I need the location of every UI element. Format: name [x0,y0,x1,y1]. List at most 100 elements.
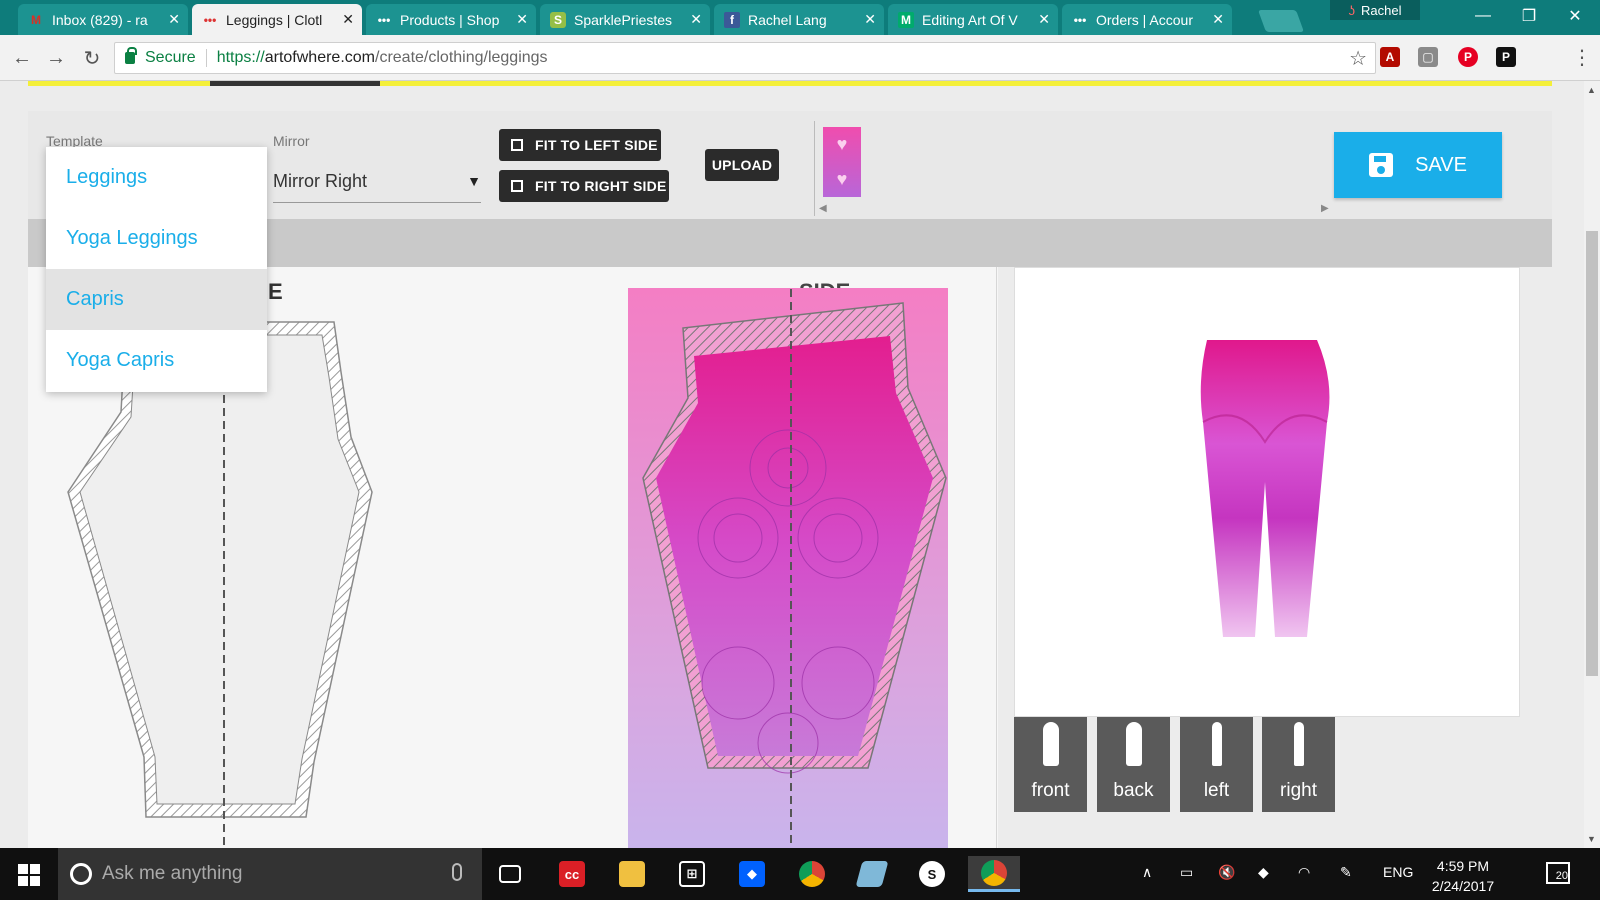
menu-icon[interactable]: ⋮ [1572,45,1592,70]
show-hidden-icons-icon[interactable]: ∧ [1142,864,1152,881]
pinterest-icon[interactable]: P [1458,47,1478,67]
heart-icon: ♥ [836,169,848,189]
tab-products[interactable]: ••• Products | Shop ✕ [366,4,536,35]
save-button[interactable]: SAVE [1334,132,1502,198]
browser-tab-strip: M Inbox (829) - ra ✕ ••• Leggings | Clot… [0,0,1600,35]
producthunt-icon[interactable]: P [1496,47,1516,67]
facebook-icon: f [724,11,740,28]
page-scrollbar[interactable]: ▲ ▼ [1584,81,1600,848]
leggings-icon [1293,722,1304,766]
pen-icon[interactable]: ✎ [1340,864,1352,881]
tab-leggings[interactable]: ••• Leggings | Clotl ✕ [192,4,362,35]
close-icon[interactable]: ✕ [1212,11,1224,28]
microphone-icon[interactable] [452,863,462,881]
wifi-icon[interactable]: ◠ [1298,864,1310,881]
tab-rachel-lang[interactable]: f Rachel Lang ✕ [714,4,884,35]
profile-button[interactable]: ʖ Rachel [1330,0,1420,20]
thumbnail-scrollbar[interactable]: ◀ ▶ [815,201,1335,217]
medium-icon: M [898,11,914,28]
cortana-search-box[interactable]: Ask me anything [58,848,482,900]
product-preview[interactable] [1014,267,1520,717]
scroll-left-icon[interactable]: ◀ [819,203,827,214]
reload-icon[interactable]: ↻ [78,44,106,72]
banner-image [210,81,380,86]
profile-icon: ʖ [1348,2,1356,18]
artwork-thumbnails: ♥ ♥ ◀ ▶ [814,121,1338,216]
upload-button[interactable]: UPLOAD [705,149,779,181]
chrome-icon[interactable] [792,856,832,892]
mirror-label: Mirror [273,133,310,149]
file-explorer-icon[interactable] [612,856,652,892]
dropbox-icon[interactable]: ◆ [732,856,772,892]
volume-muted-icon[interactable]: 🔇 [1218,864,1235,881]
template-option-leggings[interactable]: Leggings [46,147,267,208]
address-bar[interactable]: Secure https:// artofwhere.com /create/c… [114,42,1376,74]
store-icon[interactable]: ⊞ [672,856,712,892]
dropbox-tray-icon[interactable]: ◆ [1258,864,1269,881]
left-side-pattern-outline [67,317,373,847]
extension-icon[interactable]: ▢ [1418,47,1438,67]
artwork-thumbnail[interactable]: ♥ ♥ [823,127,861,197]
tab-inbox[interactable]: M Inbox (829) - ra ✕ [18,4,188,35]
view-left-button[interactable]: left [1180,717,1253,812]
chrome-active-icon[interactable] [968,856,1020,892]
template-option-yoga-leggings[interactable]: Yoga Leggings [46,208,267,269]
scroll-right-icon[interactable]: ▶ [1321,203,1329,214]
mirror-value: Mirror Right [273,171,368,191]
view-front-button[interactable]: front [1014,717,1087,812]
battery-icon[interactable]: ▭ [1180,864,1193,881]
windows-start-icon[interactable] [18,864,40,886]
minimize-icon[interactable]: — [1460,0,1506,32]
template-option-yoga-capris[interactable]: Yoga Capris [46,330,267,391]
tab-editing[interactable]: M Editing Art Of V ✕ [888,4,1058,35]
url-host: artofwhere.com [264,49,375,66]
new-tab-button[interactable] [1257,10,1305,32]
creative-cloud-icon[interactable]: cc [552,856,592,892]
back-icon[interactable]: ← [8,44,36,72]
scrollbar-thumb[interactable] [1586,231,1598,676]
task-view-icon[interactable] [490,856,530,892]
template-dropdown[interactable]: Leggings Yoga Leggings Capris Yoga Capri… [46,147,267,392]
cortana-icon [70,863,92,885]
scroll-up-icon[interactable]: ▲ [1587,85,1596,95]
tab-sparklepriestess[interactable]: S SparklePriestes ✕ [540,4,710,35]
tab-title: SparklePriestes [574,11,673,28]
leggings-icon [1125,722,1142,766]
forward-icon[interactable]: → [42,44,70,72]
windows-taskbar: Ask me anything cc ⊞ ◆ S ∧ ▭ 🔇 ◆ ◠ ✎ ENG… [0,848,1600,900]
view-label: back [1113,780,1154,801]
tab-title: Inbox (829) - ra [52,11,148,28]
app-icon[interactable]: S [912,856,952,892]
acrobat-icon[interactable]: A [1380,47,1400,67]
close-icon[interactable]: ✕ [168,11,180,28]
lock-icon [125,47,137,64]
tab-title: Rachel Lang [748,11,827,28]
tab-title: Leggings | Clotl [226,11,323,28]
scroll-down-icon[interactable]: ▼ [1587,834,1596,844]
save-label: SAVE [1415,153,1467,176]
view-right-button[interactable]: right [1262,717,1335,812]
notification-center-icon[interactable]: 20 [1546,862,1570,884]
tab-title: Orders | Accour [1096,11,1194,28]
bookmark-star-icon[interactable]: ☆ [1349,46,1367,71]
capris-preview-image [1200,340,1330,637]
fit-right-button[interactable]: FIT TO RIGHT SIDE [499,170,669,202]
gmail-icon: M [31,12,41,27]
template-option-capris[interactable]: Capris [46,269,267,330]
close-icon[interactable]: ✕ [690,11,702,28]
close-icon[interactable]: ✕ [342,11,354,28]
mirror-select[interactable]: Mirror Right ▼ [273,161,481,203]
close-icon[interactable]: ✕ [864,11,876,28]
app-icon[interactable] [852,856,892,892]
view-back-button[interactable]: back [1097,717,1170,812]
tab-orders[interactable]: ••• Orders | Accour ✕ [1062,4,1232,35]
restore-icon[interactable]: ❐ [1506,0,1552,32]
profile-name: Rachel [1361,2,1402,18]
language-indicator[interactable]: ENG [1383,864,1413,880]
close-window-icon[interactable]: ✕ [1552,0,1598,32]
fit-left-button[interactable]: FIT TO LEFT SIDE [499,129,661,161]
close-icon[interactable]: ✕ [516,11,528,28]
system-clock[interactable]: 4:59 PM 2/24/2017 [1418,856,1508,896]
close-icon[interactable]: ✕ [1038,11,1050,28]
fit-icon [511,180,523,192]
